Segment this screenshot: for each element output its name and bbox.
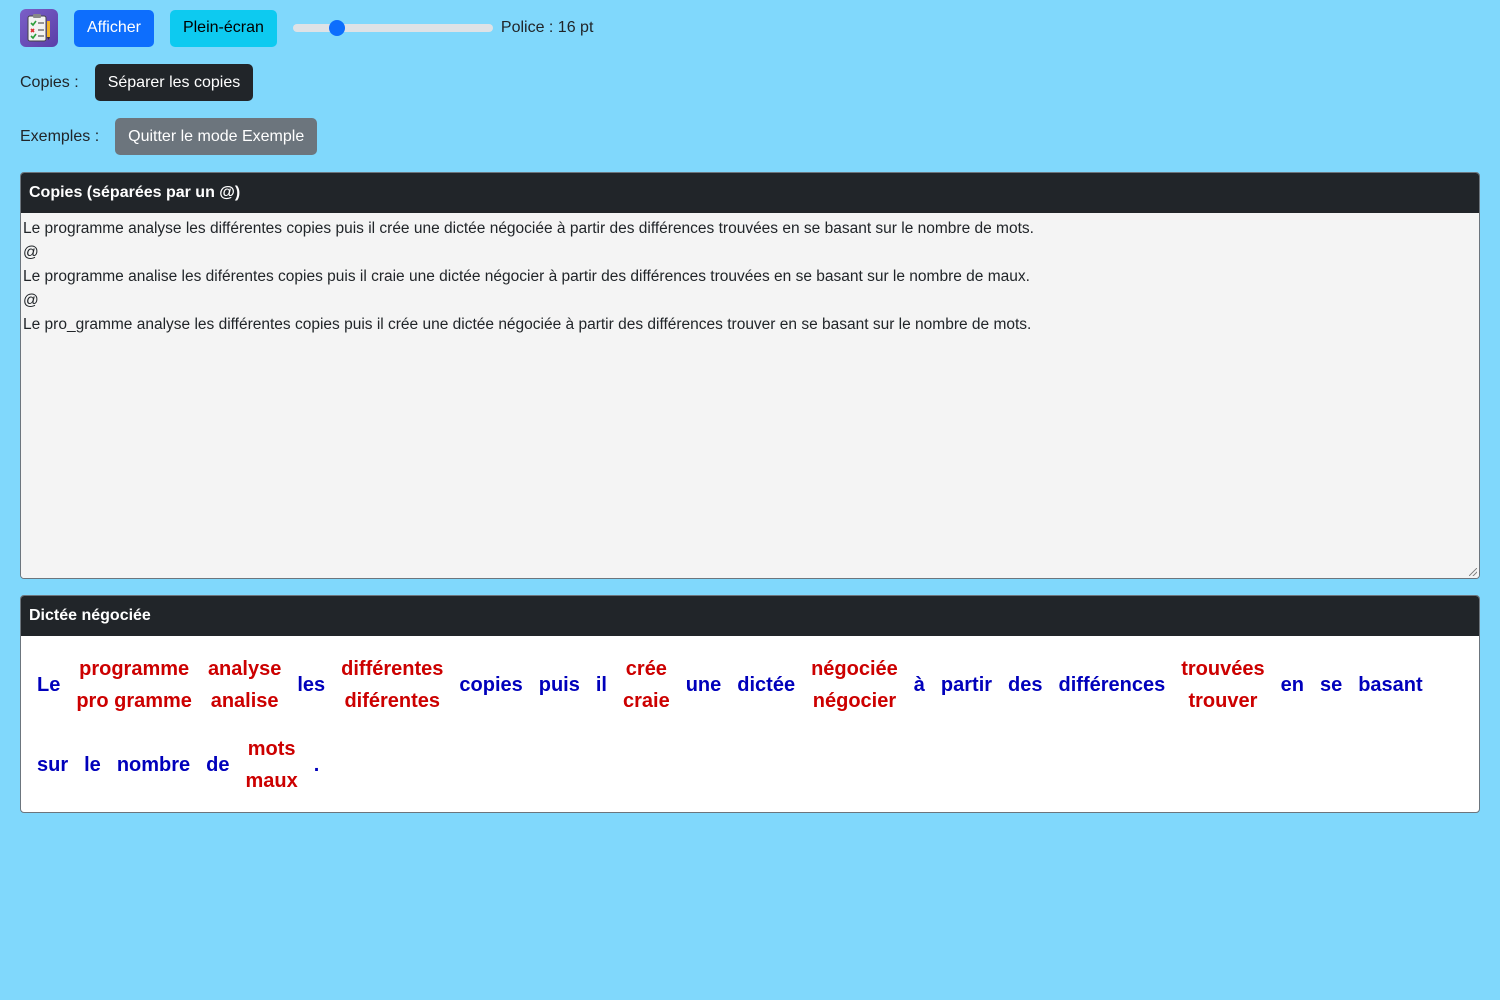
exemples-row: Exemples : Quitter le mode Exemple [20,118,318,155]
word-text: nombre [116,754,191,776]
word: sur [37,733,68,797]
word-variant: négocier [812,690,897,712]
dictee-words: Le programme pro gramme analyse analise les di… [21,636,1479,812]
word-variants: crée craie [623,653,670,717]
word: une [686,653,722,717]
word-text: le [84,754,101,776]
page: Afficher Plein-écran Police : 16 pt Copi… [0,0,1500,1000]
word: en [1281,653,1304,717]
word: le [84,733,101,797]
word-text: de [206,754,230,776]
word-variants: trouvées trouver [1181,653,1264,717]
word-variant: différentes [341,658,444,680]
word-variant: mots [247,738,296,760]
word-variant: pro gramme [76,690,192,712]
word-text: puis [538,674,580,696]
word-variants: négociée négocier [811,653,898,717]
word-variant: diférentes [344,690,441,712]
word-text: des [1008,674,1043,696]
word-variants: analyse analise [208,653,281,717]
word-variant: analyse [207,658,282,680]
copies-row: Copies : Séparer les copies [20,64,254,101]
word-text: les [297,674,326,696]
word: basant [1358,653,1422,717]
word-text: dictée [737,674,796,696]
word: . [314,733,320,797]
word-variants: programme pro gramme [76,653,192,717]
word-variant: programme [79,658,190,680]
slider-track [292,24,493,32]
word-text: Le [37,674,61,696]
word-text: se [1319,674,1343,696]
afficher-button[interactable]: Afficher [74,9,154,47]
word-text: en [1280,674,1304,696]
word-text: basant [1358,674,1423,696]
copies-textarea[interactable] [21,213,1479,578]
word: des [1008,653,1042,717]
word-variant: analise [210,690,279,712]
word-variant: trouvées [1181,658,1265,680]
word-variants: différentes diférentes [341,653,443,717]
word-text: à [913,674,925,696]
word: partir [941,653,992,717]
word: nombre [117,733,190,797]
clipboard-checklist-icon [27,14,50,42]
word-text: différences [1058,674,1166,696]
word: puis [539,653,580,717]
checklist-icon[interactable] [20,9,58,47]
plein-ecran-button[interactable]: Plein-écran [169,9,277,47]
word-variant: crée [625,658,667,680]
word: les [297,653,325,717]
word: à [914,653,925,717]
exemples-label: Exemples : [20,127,100,145]
word-variant: craie [623,690,670,712]
copies-label: Copies : [20,73,79,91]
word-variants: mots maux [246,733,298,797]
word: différences [1059,653,1166,717]
word: de [206,733,229,797]
resize-grip-icon[interactable] [1469,568,1477,576]
word-variant: maux [245,770,298,792]
word-text: sur [37,754,69,776]
word-variant: trouver [1188,690,1258,712]
word-text: une [685,674,722,696]
slider-thumb[interactable] [328,20,345,36]
dictee-panel-title: Dictée négociée [21,596,1479,636]
word: se [1320,653,1342,717]
word-text: . [313,754,320,776]
word-text: partir [940,674,993,696]
separer-copies-button[interactable]: Séparer les copies [94,64,254,101]
word: Le [37,653,60,717]
dictee-panel: Dictée négociée Le programme pro gramme ana… [20,595,1480,813]
word-text: il [595,674,607,696]
toolbar: Afficher Plein-écran Police : 16 pt [20,9,593,47]
font-size-label: Police : 16 pt [500,19,594,36]
word-variant: négociée [811,658,898,680]
word: il [596,653,607,717]
copies-panel-title: Copies (séparées par un @) [21,173,1479,213]
word-text: copies [459,674,523,696]
word: copies [459,653,522,717]
font-size-slider[interactable] [292,18,493,38]
quitter-exemple-button[interactable]: Quitter le mode Exemple [115,118,318,155]
word: dictée [737,653,795,717]
copies-panel: Copies (séparées par un @) [20,172,1480,579]
